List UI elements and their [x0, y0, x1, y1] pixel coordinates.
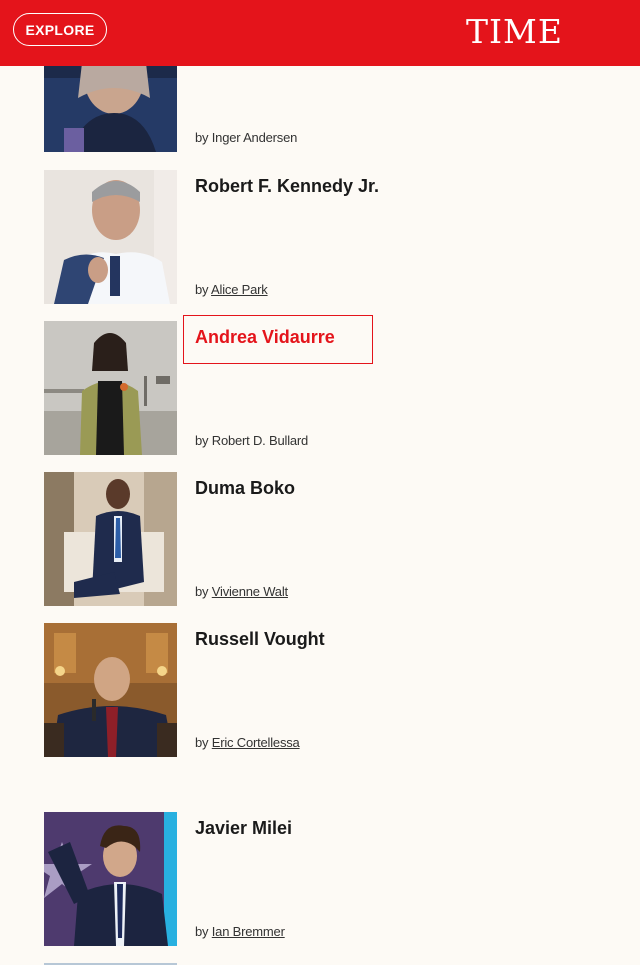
- author-link[interactable]: Eric Cortellessa: [212, 735, 300, 750]
- portrait-image[interactable]: [44, 623, 177, 757]
- person-name[interactable]: Duma Boko: [195, 478, 295, 499]
- time-logo[interactable]: TIME: [466, 12, 563, 52]
- list-item: Russell Vought by Eric Cortellessa: [44, 623, 604, 757]
- portrait-image[interactable]: [44, 66, 177, 152]
- list-item: by Inger Andersen: [44, 66, 604, 152]
- portrait-image[interactable]: [44, 812, 177, 946]
- author-link[interactable]: Alice Park: [211, 282, 268, 297]
- author-name: Inger Andersen: [211, 130, 298, 145]
- byline: by Inger Andersen: [195, 130, 298, 145]
- portrait-image[interactable]: [44, 170, 177, 304]
- explore-button[interactable]: EXPLORE: [13, 13, 107, 46]
- portrait-image[interactable]: [44, 321, 177, 455]
- author-name: Robert D. Bullard: [211, 433, 309, 448]
- byline: by Robert D. Bullard: [195, 433, 309, 448]
- list-item: Andrea Vidaurre by Robert D. Bullard: [44, 315, 604, 455]
- list-content[interactable]: by Inger Andersen Robert F. Kennedy Jr. …: [0, 66, 640, 965]
- person-name[interactable]: Javier Milei: [195, 818, 292, 839]
- list-item: Robert F. Kennedy Jr. by Alice Park: [44, 170, 604, 304]
- byline: by Vivienne Walt: [195, 584, 288, 599]
- site-header: EXPLORE TIME: [0, 0, 640, 66]
- person-name[interactable]: Andrea Vidaurre: [195, 327, 335, 348]
- person-name[interactable]: Robert F. Kennedy Jr.: [195, 176, 379, 197]
- byline: by Alice Park: [195, 282, 268, 297]
- list-item: Duma Boko by Vivienne Walt: [44, 472, 604, 606]
- byline: by Ian Bremmer: [195, 924, 285, 939]
- list-item: Javier Milei by Ian Bremmer: [44, 812, 604, 946]
- author-link[interactable]: Ian Bremmer: [212, 924, 285, 939]
- author-link[interactable]: Vivienne Walt: [212, 584, 288, 599]
- byline: by Eric Cortellessa: [195, 735, 300, 750]
- person-name[interactable]: Russell Vought: [195, 629, 325, 650]
- portrait-image[interactable]: [44, 472, 177, 606]
